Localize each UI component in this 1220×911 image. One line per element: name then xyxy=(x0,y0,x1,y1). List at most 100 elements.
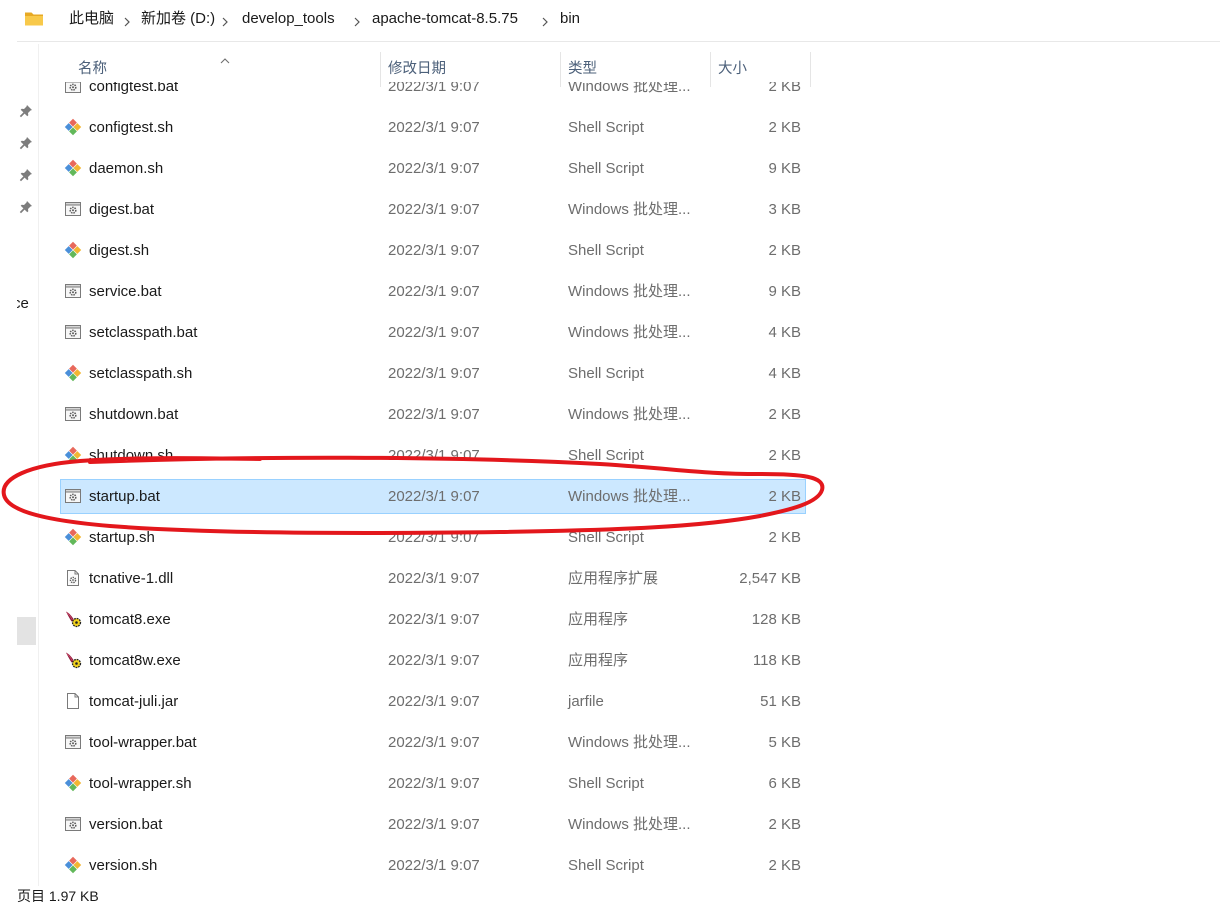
file-modified-date: 2022/3/1 9:07 xyxy=(388,856,480,874)
file-type: Windows 批处理... xyxy=(568,82,691,95)
address-bar-divider xyxy=(17,41,1220,42)
column-resize-handle[interactable] xyxy=(560,52,561,87)
file-type: Shell Script xyxy=(568,774,644,792)
file-row[interactable]: tcnative-1.dll 2022/3/1 9:07 应用程序扩展 2,547 K… xyxy=(38,558,1220,599)
file-type: Shell Script xyxy=(568,446,644,464)
file-size: 118 KB xyxy=(752,651,801,669)
file-row[interactable]: setclasspath.sh 2022/3/1 9:07 Shell Script… xyxy=(38,353,1220,394)
breadcrumb-this-pc[interactable]: 此电脑 xyxy=(69,9,114,29)
column-header-modified[interactable]: 修改日期 xyxy=(388,59,446,79)
file-type: 应用程序 xyxy=(568,651,629,669)
file-size: 9 KB xyxy=(768,159,801,177)
file-type: Windows 批处理... xyxy=(568,200,691,218)
file-size: 2 KB xyxy=(768,487,801,505)
file-size: 2 KB xyxy=(768,82,801,95)
pin-icon[interactable] xyxy=(19,168,33,182)
bat-file-icon xyxy=(64,323,82,341)
file-modified-date: 2022/3/1 9:07 xyxy=(388,774,480,792)
file-name: shutdown.bat xyxy=(89,405,179,423)
file-modified-date: 2022/3/1 9:07 xyxy=(388,82,480,95)
file-type: Windows 批处理... xyxy=(568,733,691,751)
column-header-size[interactable]: 大小 xyxy=(718,59,747,79)
file-size: 2 KB xyxy=(768,446,801,464)
file-size: 2 KB xyxy=(768,118,801,136)
file-size: 128 KB xyxy=(751,610,801,628)
file-row[interactable]: digest.bat 2022/3/1 9:07 Windows 批处理... 3 K… xyxy=(38,189,1220,230)
file-modified-date: 2022/3/1 9:07 xyxy=(388,569,480,587)
file-size: 3 KB xyxy=(768,200,801,218)
file-name: digest.sh xyxy=(89,241,150,259)
exe-file-icon xyxy=(64,651,82,669)
file-name: tool-wrapper.sh xyxy=(89,774,192,792)
file-name: tomcat8w.exe xyxy=(89,651,181,669)
chevron-right-icon[interactable] xyxy=(353,14,361,27)
file-row[interactable]: shutdown.sh 2022/3/1 9:07 Shell Script 2 KB xyxy=(38,435,1220,476)
breadcrumb-develop-tools[interactable]: develop_tools xyxy=(242,9,335,29)
column-header-name[interactable]: 名称 xyxy=(78,59,107,79)
column-header-bar xyxy=(39,44,1220,82)
file-size: 9 KB xyxy=(768,282,801,300)
file-row[interactable]: setclasspath.bat 2022/3/1 9:07 Windows 批处理… xyxy=(38,312,1220,353)
nav-item-highlight xyxy=(17,617,36,645)
file-name: startup.bat xyxy=(89,487,160,505)
file-row[interactable]: shutdown.bat 2022/3/1 9:07 Windows 批处理... 2… xyxy=(38,394,1220,435)
breadcrumb-drive-d[interactable]: 新加卷 (D:) xyxy=(141,9,215,29)
file-row[interactable]: tool-wrapper.sh 2022/3/1 9:07 Shell Script… xyxy=(38,763,1220,804)
chevron-up-icon xyxy=(220,51,230,64)
sh-file-icon xyxy=(64,159,82,177)
file-size: 2 KB xyxy=(768,856,801,874)
column-header-type[interactable]: 类型 xyxy=(568,59,597,79)
column-resize-handle[interactable] xyxy=(380,52,381,87)
file-row[interactable]: version.bat 2022/3/1 9:07 Windows 批处理... 2 … xyxy=(38,804,1220,845)
file-type: Shell Script xyxy=(568,159,644,177)
file-name: tcnative-1.dll xyxy=(89,569,174,587)
column-resize-handle[interactable] xyxy=(810,52,811,87)
pin-icon[interactable] xyxy=(19,104,33,118)
pin-icon[interactable] xyxy=(19,200,33,214)
folder-icon xyxy=(24,10,44,27)
nav-item[interactable]: ce xyxy=(17,294,37,314)
breadcrumb-bin[interactable]: bin xyxy=(560,9,580,29)
bat-file-icon xyxy=(64,200,82,218)
file-modified-date: 2022/3/1 9:07 xyxy=(388,815,480,833)
chevron-right-icon[interactable] xyxy=(541,14,549,27)
pin-icon[interactable] xyxy=(19,136,33,150)
file-type: Windows 批处理... xyxy=(568,323,691,341)
file-row[interactable]: tomcat8w.exe 2022/3/1 9:07 应用程序 118 KB xyxy=(38,640,1220,681)
bat-file-icon xyxy=(64,733,82,751)
file-size: 51 KB xyxy=(760,692,801,710)
file-type: Shell Script xyxy=(568,118,644,136)
file-row[interactable]: version.sh 2022/3/1 9:07 Shell Script 2 KB xyxy=(38,845,1220,886)
file-modified-date: 2022/3/1 9:07 xyxy=(388,733,480,751)
file-modified-date: 2022/3/1 9:07 xyxy=(388,651,480,669)
sh-file-icon xyxy=(64,528,82,546)
column-resize-handle[interactable] xyxy=(710,52,711,87)
file-explorer-window: 此电脑 新加卷 (D:) develop_tools apache-tomcat… xyxy=(0,0,1220,911)
file-row[interactable]: startup.sh 2022/3/1 9:07 Shell Script 2 KB xyxy=(38,517,1220,558)
file-row-selected[interactable]: startup.bat 2022/3/1 9:07 Windows 批处理... 2 … xyxy=(38,476,1220,517)
file-name: tomcat8.exe xyxy=(89,610,171,628)
file-row[interactable]: tomcat-juli.jar 2022/3/1 9:07 jarfile 51 KB xyxy=(38,681,1220,722)
file-row[interactable]: tool-wrapper.bat 2022/3/1 9:07 Windows 批处理… xyxy=(38,722,1220,763)
file-row[interactable]: service.bat 2022/3/1 9:07 Windows 批处理... 9 … xyxy=(38,271,1220,312)
chevron-right-icon[interactable] xyxy=(123,14,131,27)
breadcrumb-apache-tomcat[interactable]: apache-tomcat-8.5.75 xyxy=(372,9,518,29)
bat-file-icon xyxy=(64,82,82,95)
file-row[interactable]: digest.sh 2022/3/1 9:07 Shell Script 2 KB xyxy=(38,230,1220,271)
file-row[interactable]: configtest.sh 2022/3/1 9:07 Shell Script 2 … xyxy=(38,107,1220,148)
file-size: 6 KB xyxy=(768,774,801,792)
file-name: setclasspath.sh xyxy=(89,364,193,382)
sh-file-icon xyxy=(64,446,82,464)
file-name: daemon.sh xyxy=(89,159,164,177)
file-row[interactable]: tomcat8.exe 2022/3/1 9:07 应用程序 128 KB xyxy=(38,599,1220,640)
chevron-right-icon[interactable] xyxy=(221,14,229,27)
file-row[interactable]: configtest.bat 2022/3/1 9:07 Windows 批处理..… xyxy=(38,82,1220,107)
file-size: 2,547 KB xyxy=(739,569,801,587)
file-name: configtest.bat xyxy=(89,82,179,95)
file-modified-date: 2022/3/1 9:07 xyxy=(388,487,480,505)
file-modified-date: 2022/3/1 9:07 xyxy=(388,118,480,136)
sh-file-icon xyxy=(64,364,82,382)
sh-file-icon xyxy=(64,774,82,792)
file-name: startup.sh xyxy=(89,528,155,546)
file-row[interactable]: daemon.sh 2022/3/1 9:07 Shell Script 9 KB xyxy=(38,148,1220,189)
